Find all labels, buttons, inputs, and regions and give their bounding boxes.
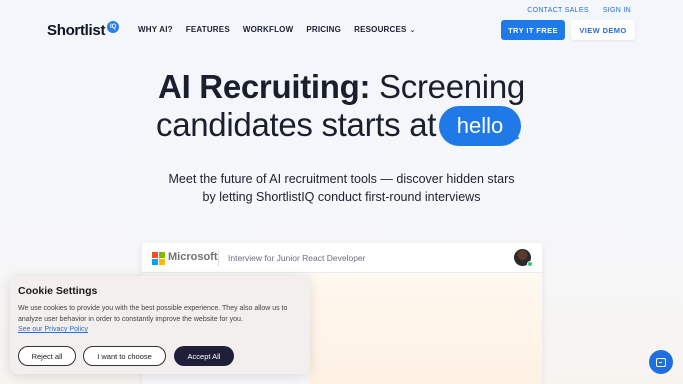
choose-cookies-button[interactable]: I want to choose bbox=[83, 346, 166, 366]
online-status-dot bbox=[527, 261, 533, 267]
view-demo-button[interactable]: VIEW DEMO bbox=[571, 20, 635, 40]
interview-title: Interview for Junior React Developer bbox=[228, 253, 366, 263]
contact-sales-link[interactable]: CONTACT SALES bbox=[527, 7, 589, 14]
hero-subtitle-line1: Meet the future of AI recruitment tools … bbox=[168, 172, 515, 186]
cookie-description: We use cookies to provide you with the b… bbox=[18, 305, 288, 323]
nav-features[interactable]: FEATURES bbox=[186, 25, 230, 34]
microsoft-logo-icon bbox=[152, 252, 165, 265]
try-it-free-button[interactable]: TRY IT FREE bbox=[501, 20, 565, 40]
nav-workflow[interactable]: WORKFLOW bbox=[243, 25, 293, 34]
hero-title-bold: AI Recruiting: bbox=[158, 68, 371, 105]
nav-label: WHY AI? bbox=[138, 25, 173, 34]
chevron-down-icon: ⌄ bbox=[409, 26, 416, 34]
hero-subtitle-line2: by letting ShortlistIQ conduct first-rou… bbox=[202, 190, 481, 204]
hero-title-line1: AI Recruiting: Screening bbox=[0, 68, 683, 106]
shortlistiq-logo[interactable]: Shortlist IQ bbox=[47, 20, 120, 39]
nav-label: RESOURCES bbox=[354, 25, 407, 34]
sign-in-link[interactable]: SIGN IN bbox=[603, 7, 631, 14]
hero-subtitle: Meet the future of AI recruitment tools … bbox=[0, 170, 683, 206]
top-navigation: Shortlist IQ WHY AI? FEATURES WORKFLOW P… bbox=[0, 0, 683, 60]
accept-all-button[interactable]: Accept All bbox=[174, 346, 234, 366]
hero-title-rest: Screening bbox=[379, 68, 525, 105]
chat-icon bbox=[656, 357, 666, 367]
nav-label: FEATURES bbox=[185, 25, 230, 34]
nav-pricing[interactable]: PRICING bbox=[306, 25, 341, 34]
nav-label: PRICING bbox=[306, 25, 342, 34]
company-name: Microsoft bbox=[168, 251, 218, 263]
privacy-policy-link[interactable]: See our Privacy Policy bbox=[18, 326, 88, 333]
nav-why-ai[interactable]: WHY AI? bbox=[138, 25, 173, 34]
nav-resources[interactable]: RESOURCES ⌄ bbox=[354, 25, 416, 34]
reject-all-button[interactable]: Reject all bbox=[18, 346, 76, 366]
nav-label: WORKFLOW bbox=[242, 25, 294, 34]
cookie-settings-dialog: Cookie Settings We use cookies to provid… bbox=[10, 276, 310, 374]
header-divider bbox=[218, 250, 219, 266]
utility-links: CONTACT SALES SIGN IN bbox=[527, 7, 631, 14]
logo-text: Shortlist bbox=[47, 21, 106, 39]
chat-launcher-button[interactable] bbox=[649, 350, 673, 374]
cookie-title: Cookie Settings bbox=[18, 285, 98, 297]
hero-title-line2: candidates starts at bbox=[156, 106, 437, 143]
main-nav: WHY AI? FEATURES WORKFLOW PRICING RESOUR… bbox=[138, 25, 416, 34]
preview-header: Microsoft Interview for Junior React Dev… bbox=[142, 243, 542, 273]
logo-badge: IQ bbox=[107, 20, 120, 33]
